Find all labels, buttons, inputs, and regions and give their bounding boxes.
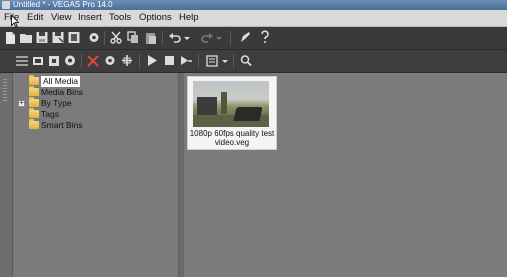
tree-node-label: Media Bins	[41, 87, 84, 97]
search-icon[interactable]	[239, 53, 253, 68]
vegas-app-icon	[2, 1, 10, 9]
tree-node-label: All Media	[41, 76, 80, 87]
views-icon[interactable]	[205, 53, 219, 68]
tree-node-label: Smart Bins	[41, 120, 83, 130]
properties-icon[interactable]	[87, 30, 101, 45]
views-dropdown-icon[interactable]	[221, 53, 229, 68]
folder-icon	[29, 86, 39, 96]
stop-icon[interactable]	[162, 53, 176, 68]
remove-media-icon[interactable]	[86, 53, 100, 68]
window-title: Untitled * - VEGAS Pro 14.0	[13, 0, 113, 9]
new-icon[interactable]	[3, 30, 17, 45]
redo-icon[interactable]	[200, 30, 214, 45]
folder-icon	[29, 119, 39, 129]
media-caption: 1080p 60fps quality test video.veg	[188, 129, 276, 147]
media-generators-icon[interactable]	[120, 53, 134, 68]
menu-insert[interactable]: Insert	[78, 12, 102, 24]
undo-icon[interactable]	[168, 30, 182, 45]
tree-node-label: Tags	[41, 109, 59, 119]
media-toolbar	[0, 50, 507, 73]
menu-bar: File Edit View Insert Tools Options Help	[0, 10, 507, 27]
dock-grip-rail[interactable]	[0, 73, 13, 277]
auto-preview-icon[interactable]	[179, 53, 193, 68]
edit-tool-icon[interactable]	[238, 30, 252, 45]
tree-node-label: By Type	[41, 98, 72, 108]
cut-icon[interactable]	[109, 30, 123, 45]
media-list-pane: 1080p 60fps quality test video.veg	[184, 73, 507, 277]
media-caption-line1: 1080p 60fps quality test	[189, 129, 275, 138]
get-media-icon[interactable]	[47, 53, 61, 68]
media-thumbnail	[193, 81, 269, 127]
play-icon[interactable]	[145, 53, 159, 68]
import-media-icon[interactable]	[15, 53, 29, 68]
save-as-icon[interactable]	[51, 30, 65, 45]
main-toolbar	[0, 27, 507, 50]
mouse-cursor-icon	[11, 15, 19, 28]
menu-edit[interactable]: Edit	[27, 12, 43, 24]
open-icon[interactable]	[19, 30, 33, 45]
web-icon[interactable]	[63, 53, 77, 68]
menu-tools[interactable]: Tools	[109, 12, 131, 24]
title-bar: Untitled * - VEGAS Pro 14.0	[0, 0, 507, 10]
grip-dots-icon	[3, 79, 7, 101]
media-item[interactable]: 1080p 60fps quality test video.veg	[187, 76, 277, 150]
expand-icon[interactable]	[18, 98, 25, 108]
folder-icon	[29, 97, 39, 107]
redo-dropdown-icon[interactable]	[215, 30, 223, 45]
paste-icon[interactable]	[144, 30, 158, 45]
help-icon[interactable]	[258, 30, 272, 45]
render-icon[interactable]	[67, 30, 81, 45]
menu-options[interactable]: Options	[139, 12, 172, 24]
copy-icon[interactable]	[126, 30, 140, 45]
capture-icon[interactable]	[31, 53, 45, 68]
menu-view[interactable]: View	[51, 12, 71, 24]
folder-icon	[29, 108, 39, 118]
media-caption-line2: video.veg	[214, 138, 250, 147]
save-icon[interactable]	[35, 30, 49, 45]
media-tree-pane: All Media Media Bins By Type Tags Smart …	[13, 73, 178, 277]
folder-icon	[29, 75, 39, 85]
media-fx-icon[interactable]	[103, 53, 117, 68]
undo-dropdown-icon[interactable]	[183, 30, 191, 45]
menu-help[interactable]: Help	[179, 12, 199, 24]
